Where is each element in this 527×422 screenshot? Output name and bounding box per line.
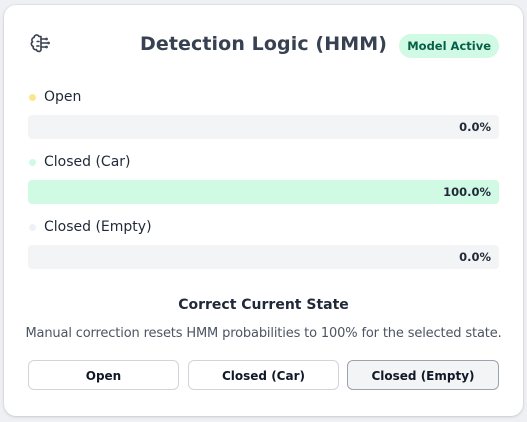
probability-bar-fill — [28, 180, 499, 204]
set-closed-car-button[interactable]: Closed (Car) — [188, 360, 339, 390]
state-label: Closed (Empty) — [44, 219, 152, 235]
probability-value: 0.0% — [459, 120, 491, 134]
set-open-button[interactable]: Open — [28, 360, 179, 390]
card-header: Detection Logic (HMM) Model Active — [4, 27, 523, 63]
state-dot — [29, 224, 36, 231]
state-label: Closed (Car) — [44, 154, 131, 170]
correction-description: Manual correction resets HMM probabiliti… — [25, 326, 502, 341]
state-closed-empty: Closed (Empty) 0.0% — [28, 218, 499, 269]
probability-bar: 0.0% — [28, 245, 499, 269]
state-label-row: Closed (Empty) — [28, 218, 499, 238]
state-closed-car: Closed (Car) 100.0% — [28, 153, 499, 204]
state-label-row: Open — [28, 88, 499, 108]
state-dot — [29, 159, 36, 166]
probability-value: 0.0% — [459, 250, 491, 264]
probability-value: 100.0% — [443, 185, 491, 199]
probability-bar: 0.0% — [28, 115, 499, 139]
state-open: Open 0.0% — [28, 88, 499, 139]
correction-buttons: Open Closed (Car) Closed (Empty) — [28, 360, 499, 391]
status-badge: Model Active — [399, 34, 499, 58]
state-label: Open — [44, 89, 82, 105]
state-dot — [29, 94, 36, 101]
correction-title: Correct Current State — [178, 297, 349, 313]
set-closed-empty-button[interactable]: Closed (Empty) — [347, 360, 499, 390]
probability-bar: 100.0% — [28, 180, 499, 204]
hmm-card: Detection Logic (HMM) Model Active Open … — [4, 5, 523, 416]
state-label-row: Closed (Car) — [28, 153, 499, 173]
